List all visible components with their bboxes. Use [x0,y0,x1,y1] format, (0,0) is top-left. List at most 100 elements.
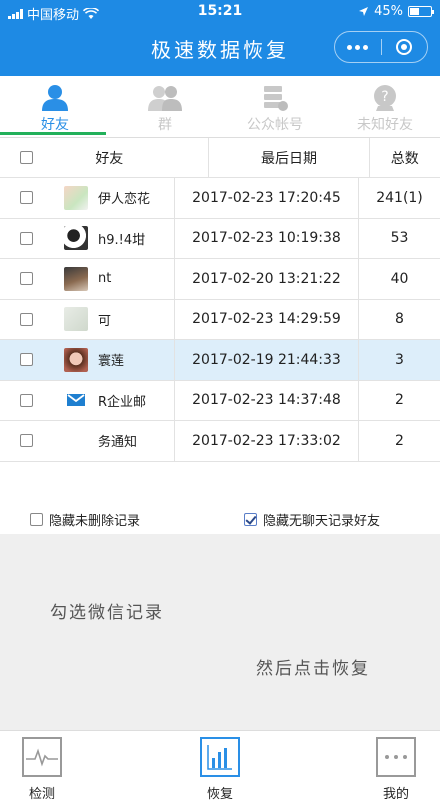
avatar [56,421,96,461]
row-checkbox-cell [0,178,56,218]
table-row[interactable]: nt 2017-02-20 13:21:22 40 [0,259,440,300]
instruction-line-1: 勾选微信记录 [50,603,164,623]
message-total: 8 [358,299,440,339]
friend-name: 寰莲 [98,354,125,370]
row-checkbox-cell [0,340,56,380]
hide-undeleted-label: 隐藏未删除记录 [49,514,141,529]
table-row[interactable]: 伊人恋花 2017-02-23 17:20:45 241(1) [0,178,440,219]
avatar [56,259,96,299]
message-total: 3 [358,340,440,380]
last-date: 2017-02-19 21:44:33 [174,340,358,380]
avatar [56,340,96,380]
row-checkbox[interactable] [20,231,33,245]
row-checkbox-cell [0,219,56,259]
active-tab-indicator [0,132,106,135]
row-checkbox-cell [0,421,56,461]
header-checkbox-cell [0,138,51,177]
hide-no-chat-checkbox[interactable] [244,513,257,526]
row-checkbox-cell [0,300,56,340]
hide-undeleted-checkbox[interactable] [30,513,43,526]
friend-name: R企业邮 [98,394,147,410]
select-all-checkbox[interactable] [20,151,33,164]
table-header: 好友 最后日期 总数 [0,138,440,178]
message-total: 53 [358,218,440,258]
header-total: 总数 [368,138,440,177]
hide-no-chat-option[interactable]: 隐藏无聊天记录好友 [244,510,380,529]
more-button[interactable] [335,32,381,62]
tab-groups[interactable]: 群 [110,76,220,136]
last-date: 2017-02-23 10:19:38 [174,218,358,258]
message-total: 2 [358,380,440,420]
last-date: 2017-02-23 17:20:45 [174,178,358,218]
mini-program-capsule [334,31,428,63]
last-date: 2017-02-20 13:21:22 [174,259,358,299]
header-name: 好友 [95,150,124,167]
table-row[interactable]: 可 2017-02-23 14:29:59 8 [0,299,440,340]
nav-mine[interactable]: 我的 [366,737,426,800]
message-total: 241(1) [358,178,440,218]
friends-table: 好友 最后日期 总数 伊人恋花 2017-02-23 17:20:45 241(… [0,137,440,462]
close-button[interactable] [382,32,428,62]
bar-chart-icon [200,737,240,777]
app-header: 中国移动 15:21 45% 极速数据恢复 [0,0,440,76]
battery-percent: 45% [374,4,403,19]
friend-name: 可 [98,313,112,329]
tab-label: 公众帐号 [247,117,303,133]
instruction-line-2: 然后点击恢复 [256,659,370,679]
avatar [56,219,96,259]
row-checkbox[interactable] [20,312,33,326]
row-checkbox[interactable] [20,393,33,407]
last-date: 2017-02-23 17:33:02 [174,421,358,461]
tab-unknown-friends[interactable]: ? 未知好友 [330,76,440,136]
table-row[interactable]: 寰莲 2017-02-19 21:44:33 3 [0,340,440,381]
category-tabs: 好友 群 公众帐号 ? 未知好友 [0,76,440,136]
row-checkbox[interactable] [20,191,33,205]
message-total: 2 [358,421,440,461]
nav-recover[interactable]: 恢复 [190,737,250,800]
tab-official-accounts[interactable]: 公众帐号 [220,76,330,136]
official-account-icon [258,84,292,112]
row-checkbox[interactable] [20,272,33,286]
avatar [56,300,96,340]
nav-detect[interactable]: 检测 [12,737,72,800]
pulse-icon [22,737,62,777]
instruction-panel: 勾选微信记录 然后点击恢复 [0,534,440,730]
svg-text:?: ? [381,89,388,105]
battery-icon [408,6,434,17]
row-checkbox[interactable] [20,353,33,367]
unknown-friend-icon: ? [368,84,402,112]
table-row[interactable]: 务通知 2017-02-23 17:33:02 2 [0,421,440,462]
friend-name: nt [98,271,112,287]
mail-icon [67,394,85,407]
location-arrow-icon [359,7,369,16]
last-date: 2017-02-23 14:29:59 [174,299,358,339]
more-dots-icon [347,44,369,50]
bottom-navigation: 检测 恢复 我的 [0,730,440,800]
message-total: 40 [358,259,440,299]
tab-label: 好友 [41,117,69,133]
more-dots-icon [376,737,416,777]
close-ring-icon [396,39,413,55]
status-bar: 中国移动 15:21 45% [0,0,440,23]
last-date: 2017-02-23 14:37:48 [174,380,358,420]
row-checkbox-cell [0,381,56,421]
avatar [56,381,96,421]
nav-label: 我的 [382,787,409,800]
row-checkbox[interactable] [20,434,33,448]
hide-undeleted-option[interactable]: 隐藏未删除记录 [30,510,140,529]
status-right: 45% [358,4,434,19]
avatar [56,178,96,218]
table-row[interactable]: R企业邮 2017-02-23 14:37:48 2 [0,380,440,421]
tab-label: 群 [158,117,172,133]
nav-label: 恢复 [206,787,233,800]
friend-name: h9.!4坩 [98,232,146,248]
person-icon [38,84,72,112]
tab-label: 未知好友 [357,117,413,133]
friend-name: 伊人恋花 [98,192,151,208]
table-row[interactable]: h9.!4坩 2017-02-23 10:19:38 53 [0,218,440,259]
tab-friends[interactable]: 好友 [0,76,110,136]
hide-no-chat-label: 隐藏无聊天记录好友 [263,514,381,529]
header-date: 最后日期 [208,138,368,177]
row-checkbox-cell [0,259,56,299]
filter-options: 隐藏未删除记录 隐藏无聊天记录好友 [0,500,440,534]
